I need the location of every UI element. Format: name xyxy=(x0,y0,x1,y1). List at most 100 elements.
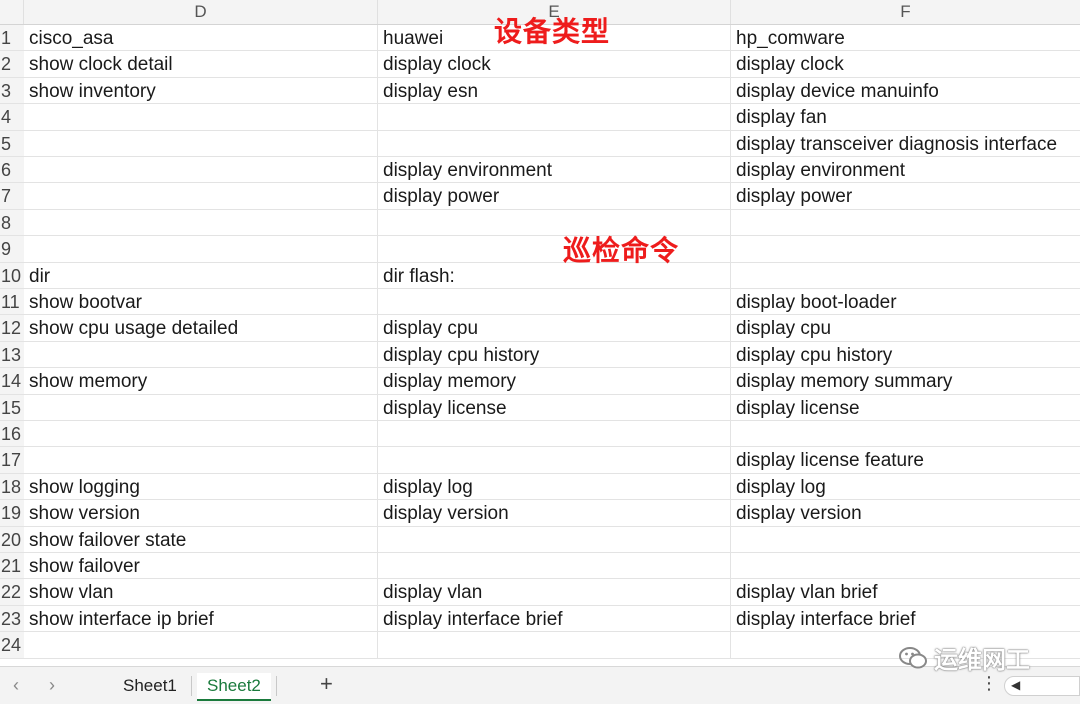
row-number[interactable]: 7 xyxy=(0,183,24,209)
table-cell[interactable]: display cpu xyxy=(731,315,1080,340)
table-cell[interactable] xyxy=(24,632,378,658)
row-number[interactable]: 14 xyxy=(0,368,24,394)
table-cell[interactable]: display clock xyxy=(378,51,731,77)
table-cell[interactable]: show failover xyxy=(24,553,378,579)
table-cell[interactable]: show interface ip brief xyxy=(24,605,378,632)
table-cell[interactable]: display transceiver diagnosis interface xyxy=(731,131,1080,156)
table-cell[interactable] xyxy=(378,526,731,552)
row-number[interactable]: 21 xyxy=(0,553,24,579)
table-cell[interactable]: display environment xyxy=(378,157,731,183)
corner-select-all[interactable] xyxy=(0,0,24,24)
table-cell[interactable]: display boot-loader xyxy=(731,289,1080,314)
table-cell[interactable] xyxy=(24,394,378,420)
horizontal-scrollbar[interactable]: ◀ xyxy=(1004,676,1080,696)
table-cell[interactable]: display log xyxy=(378,473,731,500)
table-cell[interactable]: display memory summary xyxy=(731,368,1080,393)
row-number[interactable]: 8 xyxy=(0,209,24,236)
table-cell[interactable]: show version xyxy=(24,500,378,526)
table-cell[interactable]: display device manuinfo xyxy=(731,78,1080,103)
table-cell[interactable] xyxy=(24,130,378,156)
row-number[interactable]: 13 xyxy=(0,341,24,368)
table-cell[interactable]: display memory xyxy=(378,368,731,394)
row-number[interactable]: 22 xyxy=(0,579,24,605)
table-cell[interactable]: show inventory xyxy=(24,77,378,104)
table-cell[interactable] xyxy=(378,632,731,658)
row-number[interactable]: 16 xyxy=(0,421,24,447)
table-cell[interactable]: hp_comware xyxy=(731,25,1080,50)
prev-sheet-icon[interactable]: ‹ xyxy=(6,675,26,696)
table-cell[interactable] xyxy=(731,263,1080,288)
table-cell[interactable]: display version xyxy=(378,500,731,526)
table-cell[interactable] xyxy=(24,183,378,209)
table-cell[interactable]: display vlan brief xyxy=(731,579,1080,604)
table-cell[interactable] xyxy=(378,553,731,579)
table-cell[interactable] xyxy=(24,341,378,368)
column-header-d[interactable]: D xyxy=(24,0,378,24)
table-cell[interactable]: display interface brief xyxy=(378,605,731,632)
table-cell[interactable] xyxy=(24,104,378,130)
row-number[interactable]: 9 xyxy=(0,236,24,262)
next-sheet-icon[interactable]: › xyxy=(42,675,62,696)
table-cell[interactable] xyxy=(731,210,1080,235)
table-cell[interactable]: display cpu history xyxy=(731,342,1080,367)
table-cell[interactable]: display license feature xyxy=(731,447,1080,472)
row-number[interactable]: 2 xyxy=(0,51,24,77)
table-cell[interactable]: display power xyxy=(378,183,731,209)
row-number[interactable]: 3 xyxy=(0,77,24,104)
table-cell[interactable]: display esn xyxy=(378,77,731,104)
table-cell[interactable]: show bootvar xyxy=(24,289,378,315)
table-cell[interactable]: cisco_asa xyxy=(24,25,378,51)
table-cell[interactable] xyxy=(378,130,731,156)
add-sheet-button[interactable]: + xyxy=(320,671,333,697)
row-number[interactable]: 1 xyxy=(0,25,24,51)
table-cell[interactable] xyxy=(378,421,731,447)
table-cell[interactable]: display log xyxy=(731,474,1080,499)
table-cell[interactable] xyxy=(378,289,731,315)
table-cell[interactable]: show memory xyxy=(24,368,378,394)
row-number[interactable]: 17 xyxy=(0,447,24,473)
row-number[interactable]: 6 xyxy=(0,157,24,183)
table-cell[interactable] xyxy=(731,527,1080,552)
table-cell[interactable]: display vlan xyxy=(378,579,731,605)
scroll-left-icon[interactable]: ◀ xyxy=(1011,678,1020,692)
table-cell[interactable]: show cpu usage detailed xyxy=(24,315,378,341)
table-cell[interactable] xyxy=(378,447,731,473)
row-number[interactable]: 19 xyxy=(0,500,24,526)
table-cell[interactable] xyxy=(731,236,1080,261)
tab-sheet2[interactable]: Sheet2 xyxy=(197,673,271,701)
row-number[interactable]: 5 xyxy=(0,130,24,156)
table-cell[interactable] xyxy=(24,236,378,262)
table-cell[interactable]: display version xyxy=(731,500,1080,525)
table-cell[interactable]: display environment xyxy=(731,157,1080,182)
table-cell[interactable] xyxy=(24,157,378,183)
table-cell[interactable]: show logging xyxy=(24,473,378,500)
row-number[interactable]: 11 xyxy=(0,289,24,315)
table-cell[interactable]: display cpu history xyxy=(378,341,731,368)
table-cell[interactable] xyxy=(731,553,1080,578)
table-cell[interactable]: display power xyxy=(731,183,1080,208)
row-number[interactable]: 20 xyxy=(0,526,24,552)
table-cell[interactable]: display fan xyxy=(731,104,1080,129)
table-cell[interactable] xyxy=(24,421,378,447)
table-cell[interactable]: display interface brief xyxy=(731,606,1080,631)
column-header-f[interactable]: F xyxy=(731,0,1080,24)
table-cell[interactable]: show vlan xyxy=(24,579,378,605)
table-cell[interactable] xyxy=(378,104,731,130)
row-number[interactable]: 10 xyxy=(0,262,24,288)
table-cell[interactable] xyxy=(731,421,1080,446)
tab-sheet1[interactable]: Sheet1 xyxy=(113,673,187,699)
row-number[interactable]: 12 xyxy=(0,315,24,341)
row-number[interactable]: 15 xyxy=(0,394,24,420)
table-cell[interactable]: display clock xyxy=(731,51,1080,76)
row-number[interactable]: 4 xyxy=(0,104,24,130)
table-cell[interactable]: show clock detail xyxy=(24,51,378,77)
row-number[interactable]: 24 xyxy=(0,632,24,658)
table-cell[interactable] xyxy=(24,447,378,473)
table-cell[interactable]: display cpu xyxy=(378,315,731,341)
table-cell[interactable]: dir xyxy=(24,262,378,288)
row-number[interactable]: 23 xyxy=(0,605,24,632)
table-cell[interactable]: display license xyxy=(378,394,731,420)
table-cell[interactable] xyxy=(24,209,378,236)
table-cell[interactable]: show failover state xyxy=(24,526,378,552)
row-number[interactable]: 18 xyxy=(0,473,24,500)
